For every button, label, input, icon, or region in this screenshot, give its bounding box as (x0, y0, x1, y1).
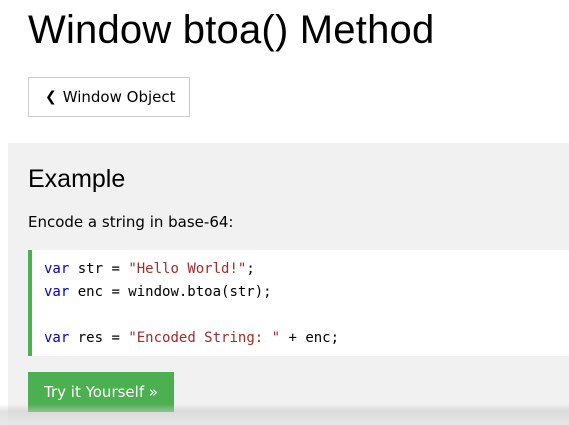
back-to-window-object-button[interactable]: ❮ Window Object (28, 77, 190, 117)
page-title: Window btoa() Method (28, 8, 435, 52)
code-text: enc = window.btoa(str); (69, 284, 272, 300)
code-text: + enc; (280, 330, 340, 346)
code-line: var str = "Hello World!"; (44, 258, 569, 281)
example-panel: Example Encode a string in base-64: var … (8, 143, 569, 425)
code-string: "Encoded String: " (128, 330, 281, 346)
code-line: var enc = window.btoa(str); (44, 281, 569, 304)
page: Window btoa() Method ❮ Window Object Exa… (0, 0, 569, 425)
code-keyword: var (44, 330, 70, 346)
code-string: "Hello World!" (128, 261, 247, 277)
code-keyword: var (44, 284, 70, 300)
code-text: str = (69, 261, 129, 277)
code-text: ; (246, 261, 255, 277)
code-keyword: var (44, 261, 70, 277)
example-heading: Example (28, 165, 126, 193)
bottom-fade (0, 404, 569, 425)
code-text: res = (69, 330, 129, 346)
code-line: var res = "Encoded String: " + enc; (44, 327, 569, 350)
code-block: var str = "Hello World!"; var enc = wind… (28, 250, 569, 356)
back-button-label: Window Object (62, 88, 176, 106)
chevron-left-icon: ❮ (45, 89, 57, 105)
example-description: Encode a string in base-64: (28, 213, 234, 231)
